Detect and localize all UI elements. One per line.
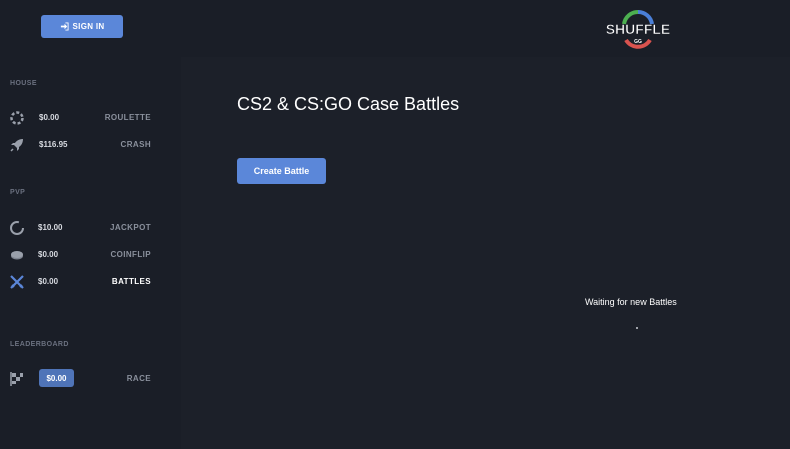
empty-state-message: Waiting for new Battles: [585, 297, 677, 307]
crash-label: CRASH: [120, 140, 151, 149]
sidebar-item-battles[interactable]: $0.00 BATTLES: [0, 271, 181, 293]
create-battle-button[interactable]: Create Battle: [237, 158, 326, 184]
page-title: CS2 & CS:GO Case Battles: [237, 94, 460, 114]
race-amount-badge: $0.00: [39, 369, 74, 387]
coinflip-amount: $0.00: [38, 250, 59, 259]
shuffle-logo[interactable]: SHUFFLE GG: [598, 8, 678, 52]
coin-icon: [11, 251, 23, 260]
crash-amount: $116.95: [39, 140, 68, 149]
loading-indicator: [636, 327, 638, 329]
sidebar-item-coinflip[interactable]: $0.00 COINFLIP: [0, 244, 181, 266]
svg-text:SHUFFLE: SHUFFLE: [606, 21, 671, 37]
jackpot-ring-icon: [10, 221, 24, 235]
rocket-icon: [10, 139, 23, 152]
roulette-icon: [10, 111, 24, 125]
race-label: RACE: [126, 374, 151, 383]
battles-amount: $0.00: [38, 277, 59, 286]
svg-text:GG: GG: [634, 39, 642, 45]
crossed-swords-icon: [10, 275, 24, 289]
coinflip-label: COINFLIP: [110, 250, 151, 259]
main-content: [181, 57, 790, 449]
sidebar-item-race[interactable]: $0.00 RACE: [0, 368, 181, 390]
section-leaderboard-label: LEADERBOARD: [10, 341, 69, 348]
section-pvp-label: PVP: [10, 189, 26, 196]
sidebar-item-jackpot[interactable]: $10.00 JACKPOT: [0, 217, 181, 239]
roulette-amount: $0.00: [39, 113, 60, 122]
sidebar-item-crash[interactable]: $116.95 CRASH: [0, 134, 181, 156]
section-house-label: HOUSE: [10, 80, 37, 87]
sign-in-label: SIGN IN: [72, 22, 105, 31]
sign-in-button[interactable]: SIGN IN: [41, 15, 123, 38]
roulette-label: ROULETTE: [104, 113, 151, 122]
checkered-flag-icon: [10, 372, 23, 386]
jackpot-label: JACKPOT: [109, 223, 151, 232]
sign-in-icon: [60, 22, 69, 31]
jackpot-amount: $10.00: [38, 223, 63, 232]
battles-label: BATTLES: [111, 277, 151, 286]
sidebar-item-roulette[interactable]: $0.00 ROULETTE: [0, 107, 181, 129]
